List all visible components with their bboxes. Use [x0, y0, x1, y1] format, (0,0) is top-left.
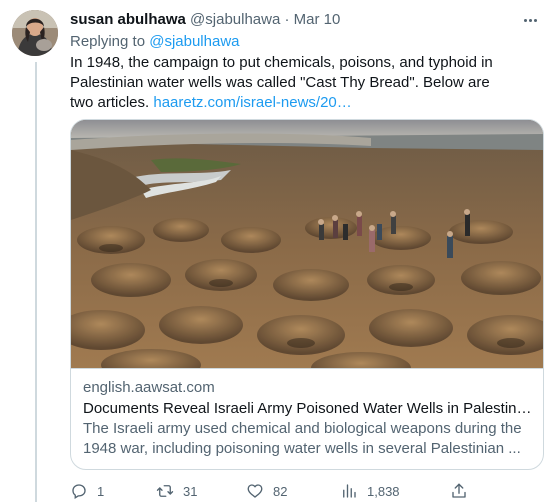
repost-icon: [156, 485, 174, 497]
link-card[interactable]: english.aawsat.com Documents Reveal Isra…: [70, 119, 544, 470]
repost-count: 31: [183, 483, 198, 499]
heart-icon: [247, 484, 263, 498]
replying-to-handle-link[interactable]: @sjabulhawa: [149, 33, 239, 50]
reply-icon: [72, 484, 86, 499]
repost-button[interactable]: 31: [156, 480, 197, 502]
analytics-icon: [343, 484, 356, 498]
author-name[interactable]: susan abulhawa: [70, 11, 186, 28]
header-separator: ·: [284, 11, 290, 28]
thread-line: [35, 62, 37, 502]
card-description: The Israeli army used chemical and biolo…: [83, 420, 522, 457]
views-count: 1,838: [367, 483, 400, 499]
tweet-header: susan abulhawa @sjabulhawa · Mar 10: [70, 11, 515, 29]
tweet[interactable]: susan abulhawa @sjabulhawa · Mar 10 Repl…: [0, 0, 551, 502]
tweet-text-link[interactable]: haaretz.com/israel-news/20…: [153, 94, 351, 111]
avatar[interactable]: [12, 10, 58, 56]
share-icon: [452, 483, 466, 498]
tweet-actions: 1 31 82 1,838: [70, 480, 544, 502]
card-image[interactable]: [71, 120, 543, 368]
reply-count: 1: [97, 483, 105, 499]
more-icon[interactable]: [519, 9, 541, 31]
like-count: 82: [273, 483, 288, 499]
card-title: Documents Reveal Israeli Army Poisoned W…: [83, 400, 533, 417]
share-button[interactable]: [450, 480, 477, 502]
reply-button[interactable]: 1: [70, 480, 104, 502]
like-button[interactable]: 82: [246, 480, 287, 502]
card-domain: english.aawsat.com: [83, 379, 215, 396]
author-handle[interactable]: @sjabulhawa: [190, 11, 280, 28]
replying-to: Replying to @sjabulhawa: [70, 33, 240, 51]
replying-prefix: Replying to: [70, 33, 146, 50]
card-meta[interactable]: english.aawsat.com Documents Reveal Isra…: [71, 368, 543, 469]
views-button[interactable]: 1,838: [340, 480, 400, 502]
tweet-date[interactable]: Mar 10: [294, 11, 341, 28]
tweet-text: In 1948, the campaign to put chemicals, …: [70, 53, 510, 113]
